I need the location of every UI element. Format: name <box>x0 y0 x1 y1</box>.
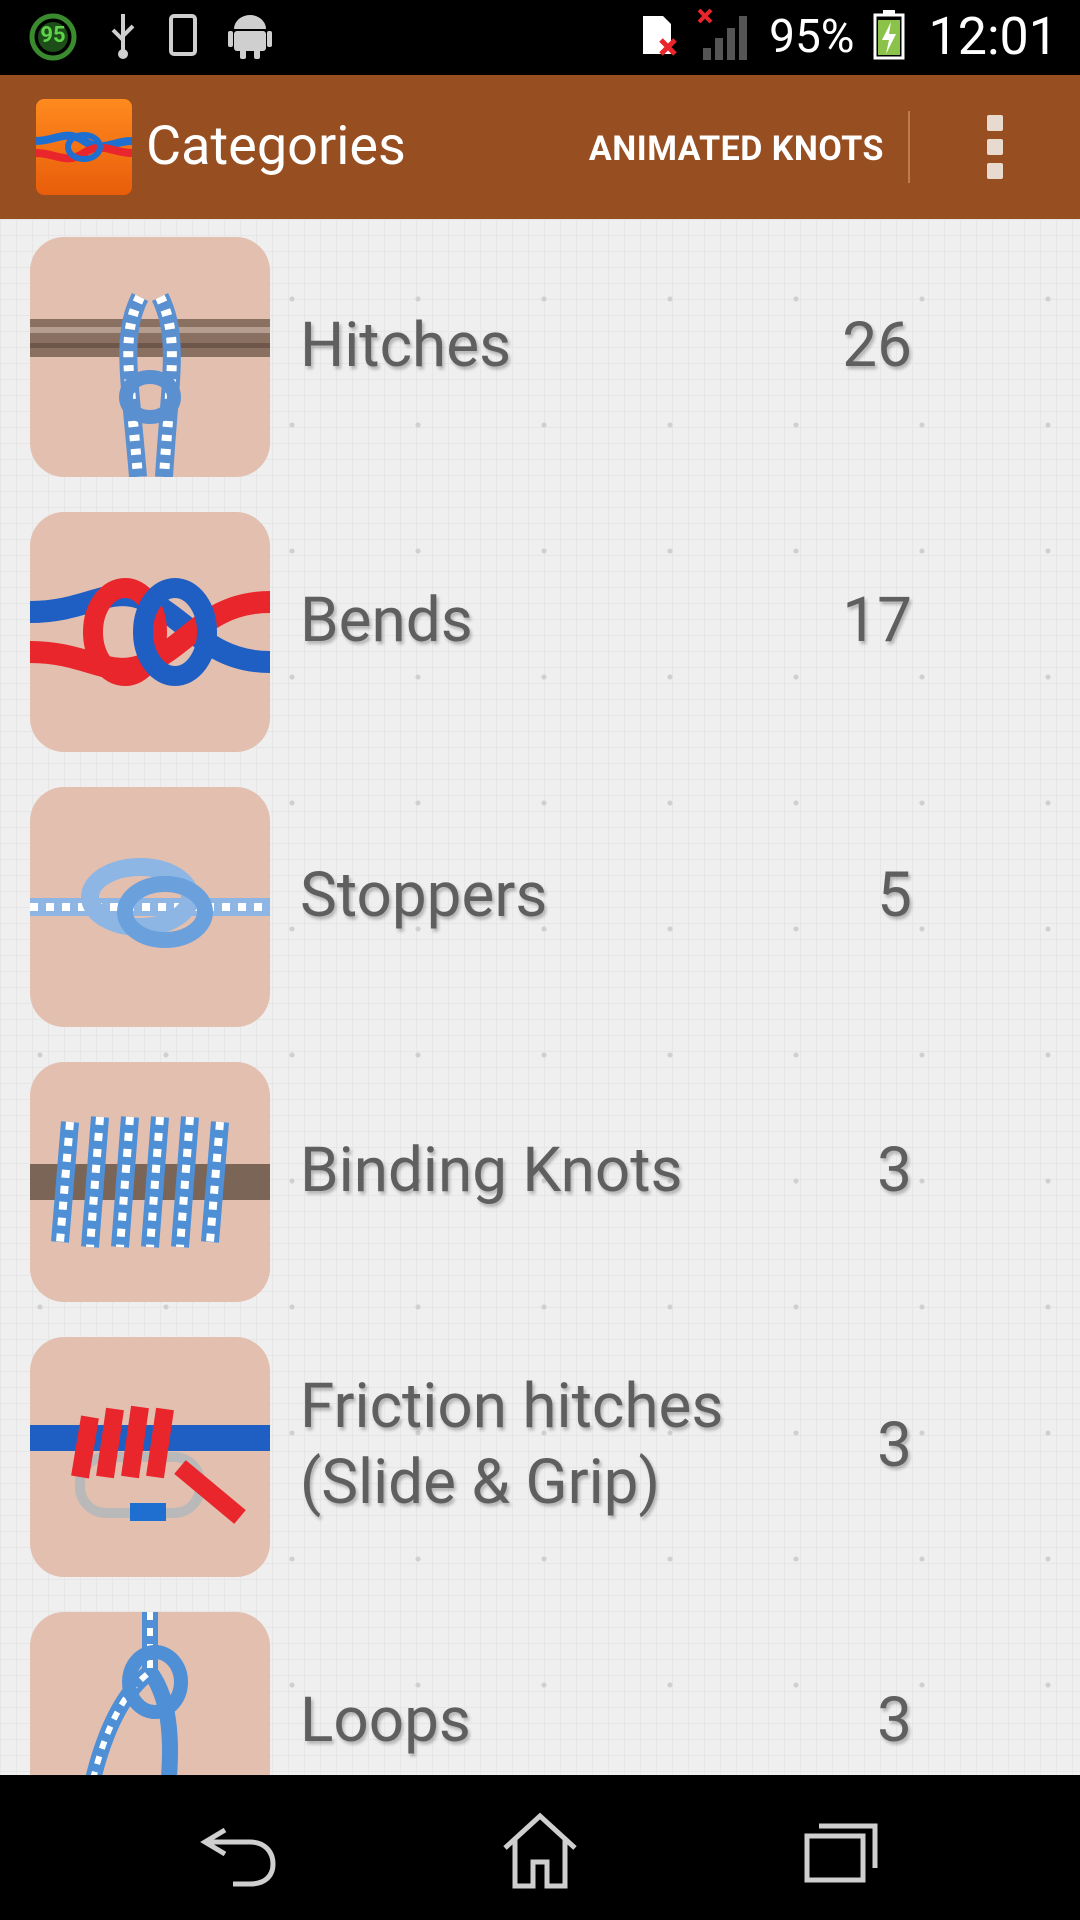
clock: 12:01 <box>928 6 1059 67</box>
category-count: 17 <box>842 584 912 657</box>
category-count: 3 <box>877 1134 912 1207</box>
category-list: Hitches 26 Bends 17 Stoppers 5 Binding K… <box>0 219 1080 1775</box>
category-name-line1: Friction hitches <box>300 1370 724 1443</box>
category-row-stoppers[interactable]: Stoppers 5 <box>0 769 1080 1044</box>
home-icon[interactable] <box>495 1810 585 1890</box>
action-bar: Categories ANIMATED KNOTS <box>0 75 1080 219</box>
category-name: Friction hitches (Slide & Grip) <box>300 1369 723 1521</box>
phone-icon <box>168 13 198 61</box>
loops-thumbnail-icon <box>30 1612 270 1775</box>
battery-percent: 95% <box>769 9 855 64</box>
category-name: Hitches <box>300 309 512 382</box>
animated-knots-button[interactable]: ANIMATED KNOTS <box>589 129 884 169</box>
overflow-menu-icon[interactable] <box>980 115 1010 179</box>
signal-no-service-icon <box>697 8 751 66</box>
page-title: Categories <box>146 115 406 178</box>
category-row-hitches[interactable]: Hitches 26 <box>0 219 1080 494</box>
app-logo-icon[interactable] <box>36 99 132 195</box>
status-bar: 95 95% 12:01 <box>0 0 1080 75</box>
category-name: Stoppers <box>300 859 548 932</box>
category-name: Loops <box>300 1684 471 1757</box>
bends-thumbnail-icon <box>30 512 270 752</box>
category-name-line2: (Slide & Grip) <box>300 1446 661 1519</box>
data-usage-badge-icon: 95 <box>28 12 78 62</box>
category-count: 26 <box>842 309 912 382</box>
category-count: 3 <box>877 1409 912 1482</box>
category-count: 3 <box>877 1684 912 1757</box>
stoppers-thumbnail-icon <box>30 787 270 1027</box>
category-name: Binding Knots <box>300 1134 683 1207</box>
hitches-thumbnail-icon <box>30 237 270 477</box>
category-count: 5 <box>877 859 912 932</box>
friction-hitches-thumbnail-icon <box>30 1337 270 1577</box>
category-row-binding-knots[interactable]: Binding Knots 3 <box>0 1044 1080 1319</box>
usb-icon <box>108 10 138 64</box>
category-name: Bends <box>300 584 473 657</box>
battery-charging-icon <box>873 9 905 64</box>
data-usage-number: 95 <box>40 23 66 48</box>
back-icon[interactable] <box>195 1810 285 1890</box>
category-row-friction-hitches[interactable]: Friction hitches (Slide & Grip) 3 <box>0 1319 1080 1594</box>
binding-knots-thumbnail-icon <box>30 1062 270 1302</box>
category-row-loops[interactable]: Loops 3 <box>0 1594 1080 1775</box>
recent-apps-icon[interactable] <box>795 1810 885 1890</box>
navigation-bar <box>0 1775 1080 1920</box>
category-row-bends[interactable]: Bends 17 <box>0 494 1080 769</box>
android-icon <box>228 11 272 63</box>
action-divider <box>908 111 910 183</box>
sim-error-icon <box>639 10 679 64</box>
